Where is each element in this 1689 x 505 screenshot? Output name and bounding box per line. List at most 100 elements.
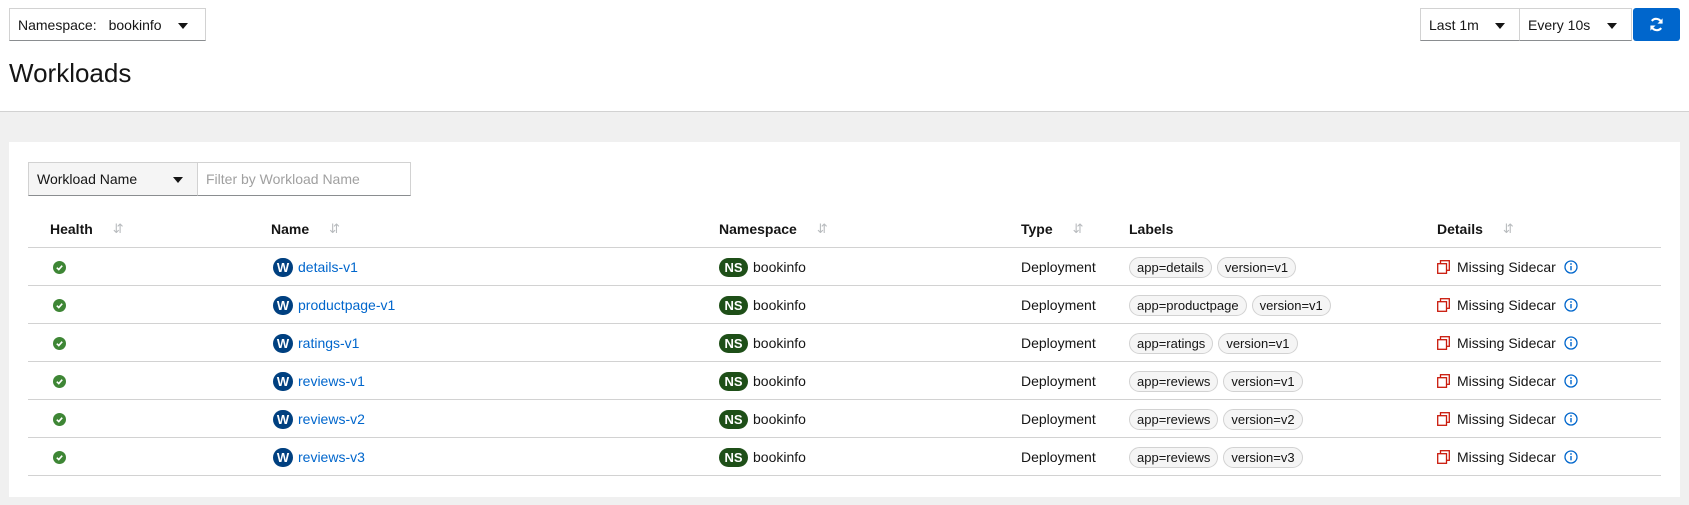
label-chip: app=details bbox=[1129, 256, 1212, 278]
namespace-cell: NS bookinfo bbox=[719, 400, 806, 438]
namespace-badge: NS bbox=[719, 333, 748, 353]
workload-badge: W bbox=[273, 333, 293, 353]
namespace-value: bookinfo bbox=[753, 449, 806, 465]
health-cell bbox=[53, 438, 66, 476]
missing-sidecar-icon bbox=[1437, 336, 1450, 350]
label-chip: version=v1 bbox=[1218, 332, 1298, 354]
label-chip: app=ratings bbox=[1129, 332, 1214, 354]
refresh-interval-dropdown[interactable]: Every 10s bbox=[1520, 8, 1632, 41]
missing-sidecar-icon bbox=[1437, 412, 1450, 426]
workload-link[interactable]: details-v1 bbox=[298, 259, 358, 275]
type-value: Deployment bbox=[1021, 411, 1096, 427]
namespace-badge: NS bbox=[719, 257, 748, 277]
header-labels: Labels bbox=[1129, 221, 1174, 237]
time-range-dropdown[interactable]: Last 1m bbox=[1420, 8, 1520, 41]
missing-sidecar-icon bbox=[1437, 298, 1450, 312]
type-value: Deployment bbox=[1021, 259, 1096, 275]
workload-link[interactable]: reviews-v1 bbox=[298, 373, 365, 389]
time-range-value: Last 1m bbox=[1429, 16, 1479, 33]
page-header: Namespace: bookinfo Workloads Last 1m Ev… bbox=[0, 0, 1689, 112]
namespace-dropdown[interactable]: Namespace: bookinfo bbox=[9, 8, 206, 41]
name-cell: W reviews-v2 bbox=[273, 400, 365, 438]
label-chip: version=v1 bbox=[1251, 294, 1331, 316]
health-cell bbox=[53, 400, 66, 438]
details-cell: Missing Sidecar bbox=[1437, 438, 1578, 476]
info-circle-icon[interactable] bbox=[1564, 298, 1578, 312]
namespace-value: bookinfo bbox=[753, 259, 806, 275]
namespace-value: bookinfo bbox=[753, 373, 806, 389]
health-cell bbox=[53, 324, 66, 362]
workload-link[interactable]: productpage-v1 bbox=[298, 297, 395, 313]
filter-field-value: Workload Name bbox=[37, 171, 138, 187]
label-chip: version=v1 bbox=[1216, 256, 1297, 278]
refresh-button[interactable] bbox=[1633, 8, 1680, 41]
label-chip: app=productpage bbox=[1129, 294, 1247, 316]
name-cell: W reviews-v1 bbox=[273, 362, 365, 400]
filter-field-dropdown[interactable]: Workload Name bbox=[28, 162, 198, 196]
header-details[interactable]: Details ⇵ bbox=[1437, 221, 1514, 237]
info-circle-icon[interactable] bbox=[1564, 260, 1578, 274]
check-circle-icon[interactable] bbox=[53, 336, 66, 350]
info-circle-icon[interactable] bbox=[1564, 336, 1578, 350]
check-circle-icon[interactable] bbox=[53, 412, 66, 426]
workload-badge: W bbox=[273, 371, 293, 391]
info-circle-icon[interactable] bbox=[1564, 412, 1578, 426]
table-row: W productpage-v1 NS bookinfo Deployment … bbox=[28, 286, 1661, 324]
label-chip: version=v2 bbox=[1223, 408, 1303, 430]
details-text: Missing Sidecar bbox=[1457, 335, 1556, 351]
workload-link[interactable]: ratings-v1 bbox=[298, 335, 359, 351]
header-type[interactable]: Type ⇵ bbox=[1021, 221, 1084, 237]
namespace-value: bookinfo bbox=[108, 16, 162, 33]
name-cell: W details-v1 bbox=[273, 248, 358, 286]
workloads-card: Workload Name Health⇵ Name⇵ Namespace⇵ T… bbox=[9, 142, 1680, 497]
type-cell: Deployment bbox=[1021, 362, 1096, 400]
namespace-badge: NS bbox=[719, 447, 748, 467]
sort-icon: ⇵ bbox=[112, 221, 124, 236]
details-cell: Missing Sidecar bbox=[1437, 286, 1578, 324]
filter-input[interactable] bbox=[198, 162, 411, 196]
header-namespace[interactable]: Namespace ⇵ bbox=[719, 221, 828, 237]
namespace-cell: NS bookinfo bbox=[719, 286, 806, 324]
workload-link[interactable]: reviews-v2 bbox=[298, 411, 365, 427]
type-cell: Deployment bbox=[1021, 400, 1096, 438]
namespace-cell: NS bookinfo bbox=[719, 248, 806, 286]
details-text: Missing Sidecar bbox=[1457, 259, 1556, 275]
namespace-cell: NS bookinfo bbox=[719, 438, 806, 476]
labels-cell: app=productpage version=v1 bbox=[1129, 286, 1336, 324]
details-cell: Missing Sidecar bbox=[1437, 248, 1578, 286]
health-cell bbox=[53, 362, 66, 400]
type-value: Deployment bbox=[1021, 373, 1096, 389]
workload-link[interactable]: reviews-v3 bbox=[298, 449, 365, 465]
check-circle-icon[interactable] bbox=[53, 298, 66, 312]
label-chip: version=v1 bbox=[1223, 370, 1303, 392]
labels-cell: app=details version=v1 bbox=[1129, 248, 1301, 286]
sort-icon: ⇵ bbox=[816, 221, 828, 236]
namespace-value: bookinfo bbox=[753, 335, 806, 351]
table-row: W reviews-v1 NS bookinfo Deployment app=… bbox=[28, 362, 1661, 400]
workload-badge: W bbox=[273, 409, 293, 429]
type-cell: Deployment bbox=[1021, 324, 1096, 362]
page-title: Workloads bbox=[9, 58, 132, 88]
check-circle-icon[interactable] bbox=[53, 260, 66, 274]
header-name[interactable]: Name ⇵ bbox=[271, 221, 340, 237]
type-value: Deployment bbox=[1021, 449, 1096, 465]
type-value: Deployment bbox=[1021, 335, 1096, 351]
workload-badge: W bbox=[273, 295, 293, 315]
info-circle-icon[interactable] bbox=[1564, 374, 1578, 388]
table-row: W reviews-v2 NS bookinfo Deployment app=… bbox=[28, 400, 1661, 438]
refresh-icon bbox=[1650, 17, 1663, 32]
missing-sidecar-icon bbox=[1437, 260, 1450, 274]
name-cell: W reviews-v3 bbox=[273, 438, 365, 476]
caret-down-icon bbox=[178, 23, 188, 29]
label-chip: app=reviews bbox=[1129, 370, 1219, 392]
check-circle-icon[interactable] bbox=[53, 450, 66, 464]
workloads-table: Health ⇵ Name ⇵ Namespace ⇵ Type ⇵ Labels De… bbox=[28, 208, 1661, 476]
info-circle-icon[interactable] bbox=[1564, 450, 1578, 464]
header-health[interactable]: Health ⇵ bbox=[50, 221, 124, 237]
sort-icon: ⇵ bbox=[329, 221, 341, 236]
namespace-badge: NS bbox=[719, 409, 748, 429]
workload-badge: W bbox=[273, 447, 293, 467]
labels-cell: app=ratings version=v1 bbox=[1129, 324, 1303, 362]
details-text: Missing Sidecar bbox=[1457, 373, 1556, 389]
check-circle-icon[interactable] bbox=[53, 374, 66, 388]
